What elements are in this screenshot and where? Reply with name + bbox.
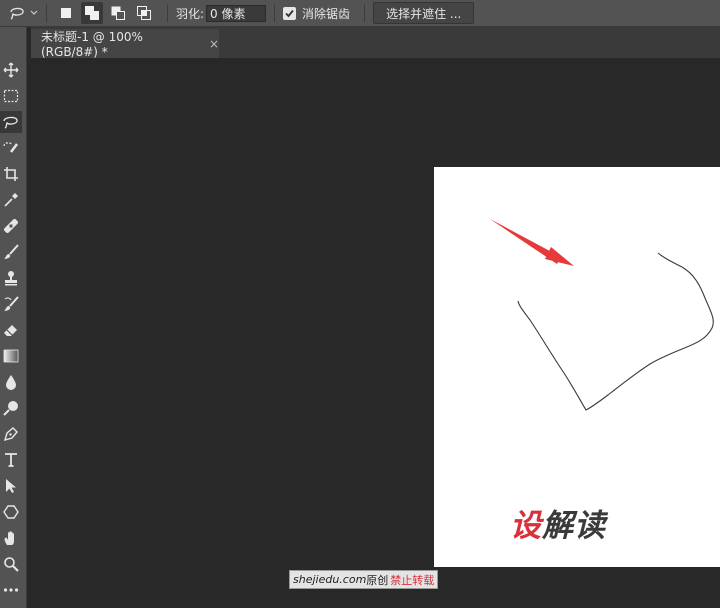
- eyedropper-icon[interactable]: [0, 189, 22, 211]
- watermark-logo: 设解读: [510, 500, 606, 545]
- feather-input[interactable]: [206, 4, 267, 22]
- history-brush-icon[interactable]: [0, 293, 22, 315]
- gradient-icon[interactable]: [0, 345, 22, 367]
- crop-icon[interactable]: [0, 163, 22, 185]
- zoom-icon[interactable]: [0, 553, 22, 575]
- chevron-down-icon[interactable]: [30, 2, 38, 24]
- options-bar: 羽化: 消除锯齿 选择并遮住 ...: [0, 0, 720, 27]
- eraser-icon[interactable]: [0, 319, 22, 341]
- select-and-mask-button[interactable]: 选择并遮住 ...: [373, 2, 475, 24]
- tools-panel: [0, 27, 27, 608]
- divider: [274, 4, 276, 22]
- feather-label: 羽化:: [176, 6, 205, 21]
- antialias-checkbox[interactable]: [283, 6, 297, 20]
- add-selection-button[interactable]: [81, 2, 103, 24]
- subtract-selection-button[interactable]: [107, 2, 129, 24]
- divider: [167, 4, 168, 22]
- watermark-logo-rest: 解读: [542, 508, 606, 544]
- new-selection-button[interactable]: [55, 2, 77, 24]
- document-tab-bar: 未标题-1 @ 100%(RGB/8#) * ×: [31, 27, 720, 59]
- pen-icon[interactable]: [0, 423, 22, 445]
- path-select-icon[interactable]: [0, 475, 22, 497]
- more-icon[interactable]: [0, 579, 22, 601]
- watermark-site: shejiedu.com: [293, 573, 367, 586]
- hand-icon[interactable]: [0, 527, 22, 549]
- marquee-icon[interactable]: [0, 85, 22, 107]
- dodge-icon[interactable]: [0, 397, 22, 419]
- lasso-icon[interactable]: [0, 111, 22, 133]
- shape-icon[interactable]: [0, 501, 22, 523]
- move-icon[interactable]: [0, 59, 22, 81]
- watermark-text: 原创: [366, 573, 389, 587]
- intersect-selection-button[interactable]: [133, 2, 155, 24]
- healing-icon[interactable]: [0, 215, 22, 237]
- divider: [364, 4, 366, 22]
- blur-icon[interactable]: [0, 371, 22, 393]
- close-icon[interactable]: ×: [209, 37, 219, 51]
- antialias-label: 消除锯齿: [302, 6, 351, 21]
- document-tab-title: 未标题-1 @ 100%(RGB/8#) *: [41, 30, 143, 59]
- divider: [46, 4, 47, 22]
- watermark-warning: 禁止转载: [390, 573, 435, 587]
- type-icon[interactable]: [0, 449, 22, 471]
- watermark-logo-red: 设: [510, 508, 542, 544]
- brush-icon[interactable]: [0, 241, 22, 263]
- lasso-preset-icon[interactable]: [8, 2, 28, 24]
- document-tab[interactable]: 未标题-1 @ 100%(RGB/8#) * ×: [31, 29, 219, 59]
- watermark-caption: shejiedu.com 原创 禁止转载: [289, 570, 439, 589]
- stamp-icon[interactable]: [0, 267, 22, 289]
- quick-select-icon[interactable]: [0, 137, 22, 159]
